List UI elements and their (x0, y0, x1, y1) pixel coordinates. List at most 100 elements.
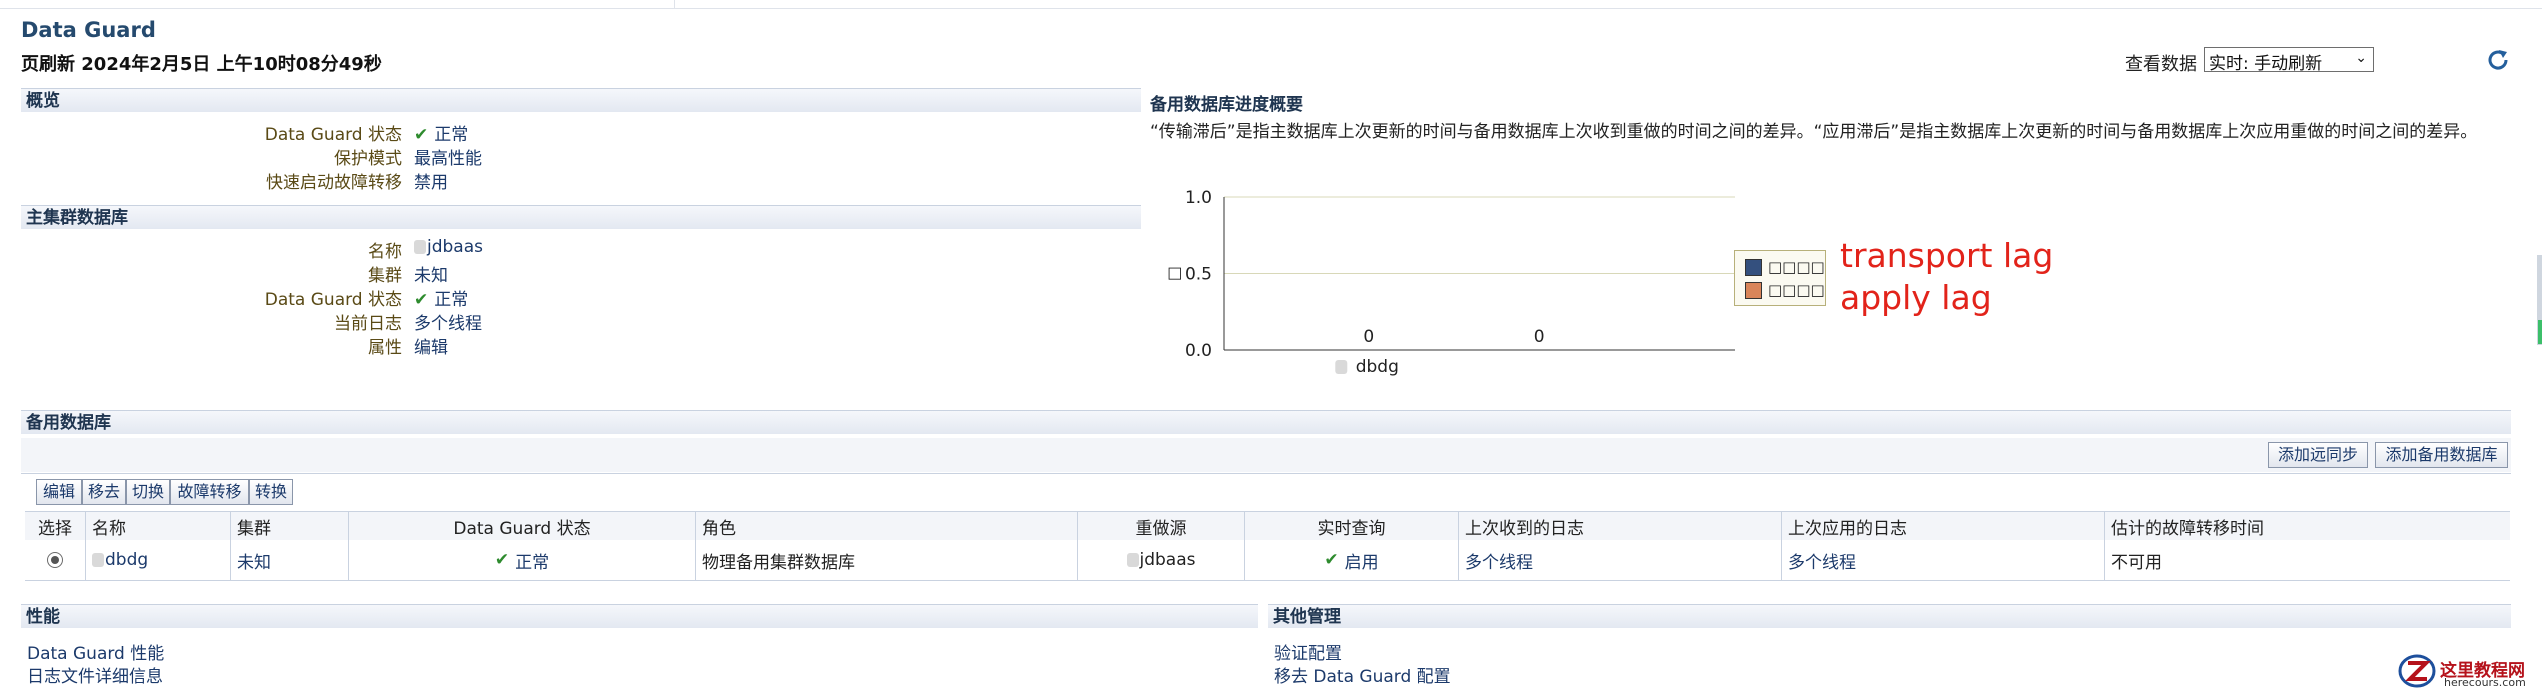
chevron-down-icon: ⌄ (2355, 50, 2367, 66)
primary-name-text: jdbaas (427, 237, 483, 257)
primary-properties-edit-link[interactable]: 编辑 (414, 333, 448, 358)
legend-item-transport: □□□□ (1745, 258, 1825, 276)
row-redo-source: jdbaas (1077, 540, 1244, 580)
primary-cluster-value: 未知 (414, 266, 448, 286)
y-tick-label: 0.5 (1185, 265, 1212, 285)
redacted-mark (1126, 553, 1139, 567)
overview-protection-label: 保护模式 (334, 149, 402, 169)
view-data-value: 实时: 手动刷新 (2209, 54, 2323, 74)
row-last-applied[interactable]: 多个线程 (1781, 540, 2104, 580)
overview-fsfo-label: 快速启动故障转移 (266, 173, 402, 193)
page-title: Data Guard (21, 18, 156, 42)
redacted-mark (1335, 360, 1348, 374)
legend-swatch-transport (1745, 259, 1762, 276)
row-role: 物理备用集群数据库 (695, 540, 1077, 580)
primary-properties-label: 属性 (368, 338, 402, 358)
top-divider-tick (674, 0, 675, 8)
col-last-applied[interactable]: 上次应用的日志 (1781, 512, 2104, 540)
y-tick-label: 1.0 (1185, 188, 1212, 208)
failover-button[interactable]: 故障转移 (170, 479, 249, 505)
dg-performance-link[interactable]: Data Guard 性能 (27, 639, 164, 664)
row-last-received[interactable]: 多个线程 (1458, 540, 1781, 580)
standby-heading: 备用数据库 (21, 410, 2511, 434)
top-divider (0, 8, 2542, 9)
check-icon: ✔ (414, 125, 429, 145)
check-icon: ✔ (494, 550, 510, 570)
bar-data-label: 0 (1363, 327, 1374, 347)
performance-heading: 性能 (21, 604, 1258, 628)
annotation-transport-lag: transport lag (1840, 236, 2054, 275)
row-dg-status: ✔ 正常 (348, 540, 695, 580)
overview-status-label: Data Guard 状态 (264, 125, 402, 145)
row-cluster[interactable]: 未知 (230, 540, 348, 580)
standby-toolbar-band (21, 438, 2511, 472)
redacted-mark (92, 553, 104, 567)
primary-current-log-value: 多个线程 (414, 314, 482, 334)
add-far-sync-button[interactable]: 添加远同步 (2268, 442, 2368, 468)
progress-description: “传输滞后”是指主数据库上次更新的时间与备用数据库上次收到重做的时间之间的差异。… (1150, 122, 2478, 142)
remove-dg-config-link[interactable]: 移去 Data Guard 配置 (1274, 662, 1451, 687)
view-data-label: 查看数据 (2125, 54, 2197, 75)
add-standby-button[interactable]: 添加备用数据库 (2375, 442, 2508, 468)
check-icon: ✔ (414, 290, 429, 310)
view-data-select[interactable]: 实时: 手动刷新 ⌄ (2204, 47, 2374, 74)
toolbar-divider (21, 473, 2511, 474)
y-tick-label: 0.0 (1185, 341, 1212, 361)
col-dg-status[interactable]: Data Guard 状态 (348, 512, 695, 540)
col-role[interactable]: 角色 (695, 512, 1077, 540)
convert-button[interactable]: 转换 (249, 479, 293, 505)
progress-heading: 备用数据库进度概要 (1150, 95, 1303, 115)
row-redo-source-text: jdbaas (1139, 550, 1196, 570)
watermark-sub: herecours.com (2444, 676, 2526, 689)
col-redo-source[interactable]: 重做源 (1077, 512, 1244, 540)
legend-label-apply: □□□□ (1768, 281, 1825, 299)
x-category-label: dbdg (1356, 357, 1399, 377)
legend-swatch-apply (1745, 282, 1762, 299)
bar-data-label: 0 (1534, 327, 1545, 347)
table-row: dbdg 未知 ✔ 正常 物理备用集群数据库 jdbaas ✔ 启用 多个线程 多个… (25, 540, 2510, 581)
primary-cluster-label: 集群 (368, 266, 402, 286)
row-name-text: dbdg (105, 550, 149, 570)
col-realtime-query[interactable]: 实时查询 (1244, 512, 1458, 540)
refresh-icon[interactable] (2484, 46, 2512, 74)
annotation-apply-lag: apply lag (1840, 278, 1992, 317)
overview-heading: 概览 (21, 88, 1141, 112)
standby-table-header: 选择 名称 集群 Data Guard 状态 角色 重做源 实时查询 上次收到的… (25, 511, 2510, 541)
row-realtime-query: ✔ 启用 (1244, 540, 1458, 580)
primary-dg-status-value: ✔ 正常 (414, 285, 468, 310)
scrollbar-thumb[interactable] (2538, 320, 2542, 344)
watermark-logo (2398, 654, 2436, 688)
overview-status-text: 正常 (434, 125, 469, 145)
legend-label-transport: □□□□ (1768, 258, 1825, 276)
row-name[interactable]: dbdg (85, 540, 230, 580)
y-axis-label: □ (1164, 266, 1183, 281)
check-icon: ✔ (1324, 550, 1339, 570)
remove-button[interactable]: 移去 (82, 479, 126, 505)
page-refresh-time: 页刷新 2024年2月5日 上午10时08分49秒 (21, 54, 382, 75)
overview-protection-value[interactable]: 最高性能 (414, 144, 482, 169)
row-select-cell (25, 540, 85, 580)
overview-fsfo-value[interactable]: 禁用 (414, 168, 448, 193)
primary-dg-status-text: 正常 (434, 290, 469, 310)
legend-item-apply: □□□□ (1745, 281, 1825, 299)
primary-current-log-label: 当前日志 (334, 314, 402, 334)
primary-name-value[interactable]: jdbaas (414, 237, 483, 257)
col-name[interactable]: 名称 (85, 512, 230, 540)
primary-heading: 主集群数据库 (21, 205, 1141, 229)
redacted-mark (414, 240, 426, 254)
col-select: 选择 (38, 518, 72, 539)
row-dg-status-text[interactable]: 正常 (515, 548, 549, 573)
row-failover-time: 不可用 (2104, 540, 2510, 580)
col-cluster[interactable]: 集群 (230, 512, 348, 540)
overview-status-value: ✔ 正常 (414, 120, 468, 145)
edit-button[interactable]: 编辑 (36, 479, 82, 505)
col-last-received[interactable]: 上次收到的日志 (1458, 512, 1781, 540)
verify-config-link[interactable]: 验证配置 (1274, 639, 1342, 664)
log-file-details-link[interactable]: 日志文件详细信息 (27, 662, 163, 687)
switchover-button[interactable]: 切换 (126, 479, 170, 505)
col-failover-time[interactable]: 估计的故障转移时间 (2104, 512, 2510, 540)
row-realtime-query-text[interactable]: 启用 (1345, 548, 1379, 573)
primary-dg-status-label: Data Guard 状态 (264, 290, 402, 310)
row-select-radio[interactable] (47, 552, 63, 568)
other-admin-heading: 其他管理 (1268, 604, 2511, 628)
